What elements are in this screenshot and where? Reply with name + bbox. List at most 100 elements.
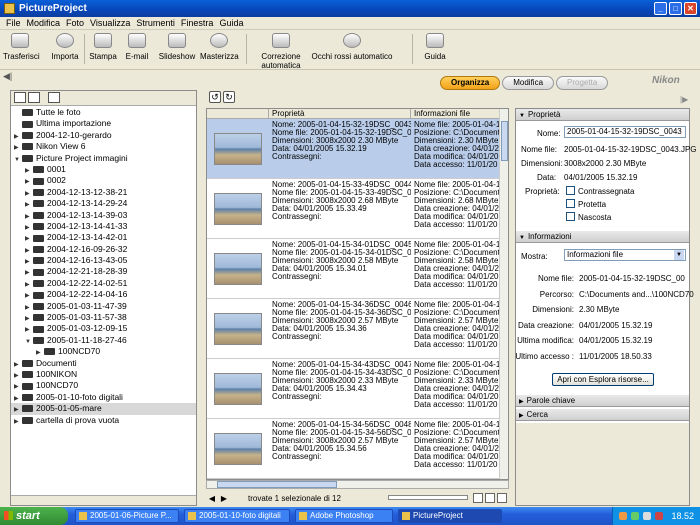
close-button[interactable]: ✕: [684, 2, 697, 15]
column-header-file-info[interactable]: Informazioni file: [411, 109, 508, 118]
horizontal-scrollbar[interactable]: [206, 480, 509, 489]
next-icon[interactable]: ▶: [218, 494, 230, 503]
toolbar-camera-button[interactable]: Trasferisci: [3, 33, 40, 61]
taskbar-item[interactable]: PictureProject: [398, 509, 502, 523]
thumbnail[interactable]: [207, 179, 269, 238]
menu-item-modifica[interactable]: Modifica: [24, 18, 64, 28]
view-detail-icon[interactable]: [497, 493, 507, 503]
thumbnail[interactable]: [207, 419, 269, 478]
horizontal-scrollbar[interactable]: [11, 495, 196, 505]
tree-item[interactable]: ▶ 100NCD70: [11, 346, 196, 357]
view-list-icon[interactable]: [473, 493, 483, 503]
tree-item[interactable]: ▶ 100NCD70: [11, 380, 196, 391]
photo-row[interactable]: Nome: 2005-01-04-15-34-36DSC_0046 Nome fi…: [207, 299, 508, 359]
tray-icon[interactable]: [631, 512, 639, 520]
tree-item[interactable]: ▶ 2004-12-13-14-39-03: [11, 210, 196, 221]
prev-icon[interactable]: ◀: [206, 494, 218, 503]
tab-organizza[interactable]: Organizza: [440, 76, 501, 90]
photo-row[interactable]: Nome: 2005-01-04-15-34-43DSC_0047 Nome fi…: [207, 359, 508, 419]
toolbar-help-button[interactable]: Guida: [420, 33, 450, 61]
tray-icon[interactable]: [619, 512, 627, 520]
tree-item[interactable]: ▶ cartella di prova vuota: [11, 415, 196, 426]
tree-item[interactable]: Tutte le foto: [11, 107, 196, 118]
photo-row[interactable]: Nome: 2005-01-04-15-34-56DSC_0048 Nome fi…: [207, 419, 508, 479]
tree-item[interactable]: ▶ 0001: [11, 164, 196, 175]
tree-item[interactable]: ▶ 2004-12-16-09-26-32: [11, 244, 196, 255]
tree-item[interactable]: ▶ 0002: [11, 175, 196, 186]
protected-checkbox[interactable]: [566, 199, 575, 208]
tree-item[interactable]: ▼ Picture Project immagini: [11, 153, 196, 164]
photo-row[interactable]: Nome: 2005-01-04-15-33-49DSC_0044 Nome fi…: [207, 179, 508, 239]
toolbar-red-eye-button[interactable]: Occhi rossi automatico: [306, 33, 398, 61]
menu-item-file[interactable]: File: [3, 18, 24, 28]
maximize-button[interactable]: □: [669, 2, 682, 15]
back-arrow-icon[interactable]: ◀|: [3, 71, 12, 82]
menu-item-finestra[interactable]: Finestra: [178, 18, 217, 28]
taskbar-item[interactable]: Adobe Photoshop: [295, 509, 393, 523]
toolbar-burn-disc-button[interactable]: Masterizza: [200, 33, 239, 61]
toolbar-email-button[interactable]: E-mail: [122, 33, 152, 61]
thumbnail-size-slider[interactable]: [388, 495, 468, 500]
show-dropdown[interactable]: Informazioni file ▼: [564, 249, 686, 261]
tree-item[interactable]: Ultima importazione: [11, 118, 196, 129]
photo-row[interactable]: Nome: 2005-01-04-15-34-01DSC_0045 Nome fi…: [207, 239, 508, 299]
rotate-left-icon[interactable]: ↺: [209, 91, 221, 103]
column-header-properties[interactable]: Proprietà: [269, 109, 411, 118]
toolbar-printer-button[interactable]: Stampa: [88, 33, 118, 61]
menu-item-visualizza[interactable]: Visualizza: [87, 18, 133, 28]
menu-item-foto[interactable]: Foto: [63, 18, 87, 28]
tree-item[interactable]: ▶ 2004-12-16-13-43-05: [11, 255, 196, 266]
name-field[interactable]: 2005-01-04-15-32-19DSC_0043: [564, 126, 686, 138]
rotate-right-icon[interactable]: ↻: [223, 91, 235, 103]
search-section-header[interactable]: ▶ Cerca: [516, 409, 689, 421]
tree-item[interactable]: ▶ 2005-01-10-foto digitali: [11, 392, 196, 403]
tree-item[interactable]: ▶ 2004-12-13-14-42-01: [11, 232, 196, 243]
tree-item[interactable]: ▶ 2004-12-13-14-29-24: [11, 198, 196, 209]
tree-item[interactable]: ▶ 2005-01-03-11-47-39: [11, 301, 196, 312]
minimize-button[interactable]: _: [654, 2, 667, 15]
taskbar-item[interactable]: 2005-01-06-Picture P...: [75, 509, 179, 523]
tray-icon[interactable]: [643, 512, 651, 520]
tree-item[interactable]: ▶ Nikon View 6: [11, 141, 196, 152]
view-grid-icon[interactable]: [485, 493, 495, 503]
expand-toggle-icon[interactable]: ▶: [14, 417, 22, 428]
properties-section-header[interactable]: ▼ Proprietà: [516, 109, 689, 121]
tree-item[interactable]: ▼ 2005-01-11-18-27-46: [11, 335, 196, 346]
panel-arrow-icon[interactable]: |▶: [680, 95, 688, 104]
hidden-checkbox[interactable]: [566, 212, 575, 221]
thumbnail[interactable]: [207, 119, 269, 178]
thumbnail[interactable]: [207, 299, 269, 358]
tree-item[interactable]: ▶ 2004-12-10-gerardo: [11, 130, 196, 141]
pane-splitter[interactable]: [510, 90, 514, 506]
toolbar-auto-correct-button[interactable]: Correzione automatica: [250, 33, 312, 70]
flagged-checkbox[interactable]: [566, 186, 575, 195]
menu-item-guida[interactable]: Guida: [216, 18, 246, 28]
tree-item[interactable]: ▶ 2005-01-05-mare: [11, 403, 196, 415]
keywords-section-header[interactable]: ▶ Parole chiave: [516, 395, 689, 407]
menu-item-strumenti[interactable]: Strumenti: [133, 18, 178, 28]
tree-item[interactable]: ▶ 2004-12-13-12-38-21: [11, 187, 196, 198]
taskbar-item[interactable]: 2005-01-10-foto digitali: [184, 509, 290, 523]
tree-item[interactable]: ▶ 2004-12-21-18-28-39: [11, 266, 196, 277]
toolbar-slideshow-button[interactable]: Slideshow: [158, 33, 196, 61]
photo-row[interactable]: Nome: 2005-01-04-15-32-19DSC_0043 Nome fi…: [207, 119, 508, 179]
tree-item[interactable]: ▶ 2005-01-03-11-57-38: [11, 312, 196, 323]
tab-modifica[interactable]: Modifica: [502, 76, 555, 90]
tree-item[interactable]: ▶ 2004-12-22-14-04-16: [11, 289, 196, 300]
tree-item[interactable]: ▶ Documenti: [11, 358, 196, 369]
tray-icon[interactable]: [655, 512, 663, 520]
tree-item[interactable]: ▶ 2004-12-13-14-41-33: [11, 221, 196, 232]
info-section-header[interactable]: ▼ Informazioni: [516, 231, 689, 243]
vertical-scrollbar[interactable]: [499, 109, 508, 479]
start-button[interactable]: start: [0, 507, 68, 525]
tab-progetta[interactable]: Progetta: [556, 76, 609, 90]
toolbar-import-button[interactable]: Importa: [46, 33, 84, 61]
thumbnail[interactable]: [207, 359, 269, 418]
tree-item[interactable]: ▶ 100NIKON: [11, 369, 196, 380]
new-folder-icon[interactable]: [14, 92, 26, 103]
tree-item[interactable]: ▶ 2004-12-22-14-02-51: [11, 278, 196, 289]
pane-splitter[interactable]: [198, 90, 205, 506]
thumbnail[interactable]: [207, 239, 269, 298]
folder-option-icon[interactable]: [48, 92, 60, 103]
tree-item[interactable]: ▶ 2005-01-03-12-09-15: [11, 323, 196, 334]
